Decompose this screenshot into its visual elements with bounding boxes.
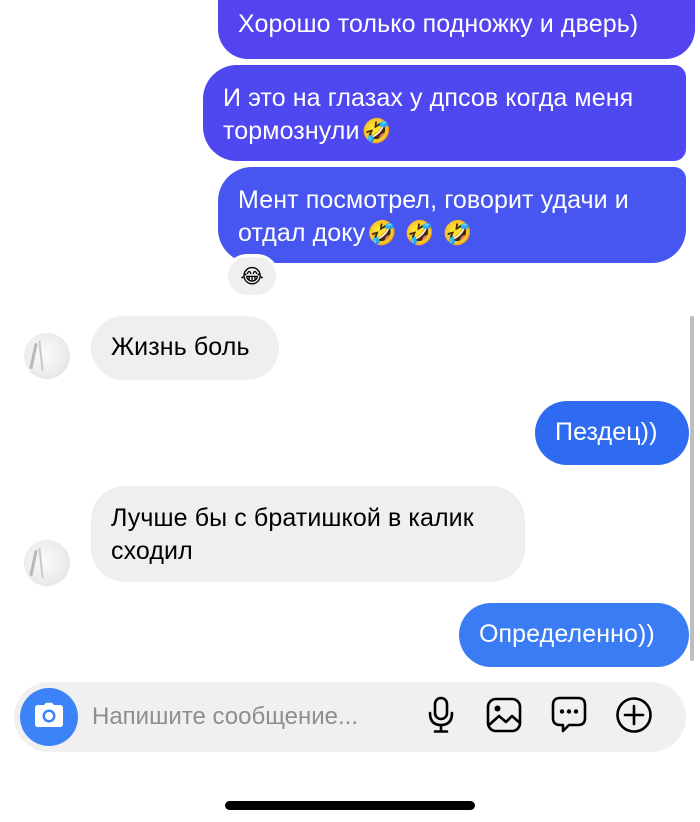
message-composer: Напишите сообщение... [14, 682, 686, 752]
gallery-icon [486, 697, 522, 738]
microphone-icon [427, 696, 455, 739]
more-button[interactable] [614, 696, 654, 739]
rofl-emoji: 🤣 🤣 🤣 [367, 219, 473, 247]
message-bubble-outgoing[interactable]: И это на глазах у дпсов когда меня тормо… [203, 65, 686, 161]
message-text: Определенно)) [479, 620, 655, 648]
message-text: Хорошо только подножку и дверь) [238, 10, 639, 38]
rofl-emoji: 🤣 [361, 117, 392, 145]
message-bubble-outgoing[interactable]: Хорошо только подножку и дверь) [218, 0, 695, 59]
gallery-button[interactable] [484, 697, 524, 737]
message-text: И это на глазах у дпсов когда меня тормо… [223, 84, 634, 145]
message-text: Пездец)) [555, 418, 658, 446]
reaction-emoji: 😂 [240, 264, 264, 288]
message-bubble-outgoing[interactable]: Определенно)) [459, 603, 689, 667]
camera-icon [34, 702, 64, 733]
message-reaction[interactable]: 😂 [225, 254, 279, 298]
message-text: Лучше бы с братишкой в калик сходил [111, 504, 474, 565]
scrollbar[interactable] [690, 316, 694, 661]
avatar[interactable] [24, 333, 70, 379]
camera-button[interactable] [20, 688, 78, 746]
plus-icon [615, 696, 653, 739]
sticker-icon [551, 696, 587, 739]
sticker-button[interactable] [549, 696, 589, 739]
message-bubble-incoming[interactable]: Жизнь боль [91, 316, 279, 380]
message-text: Жизнь боль [111, 333, 250, 361]
avatar[interactable] [24, 540, 70, 586]
message-bubble-outgoing[interactable]: Пездец)) [535, 401, 689, 465]
message-input[interactable]: Напишите сообщение... [92, 701, 412, 733]
voice-message-button[interactable] [421, 696, 461, 739]
home-indicator[interactable] [225, 801, 475, 810]
message-bubble-outgoing[interactable]: Мент посмотрел, говорит удачи и отдал до… [218, 167, 686, 263]
message-bubble-incoming[interactable]: Лучше бы с братишкой в калик сходил [91, 486, 525, 582]
